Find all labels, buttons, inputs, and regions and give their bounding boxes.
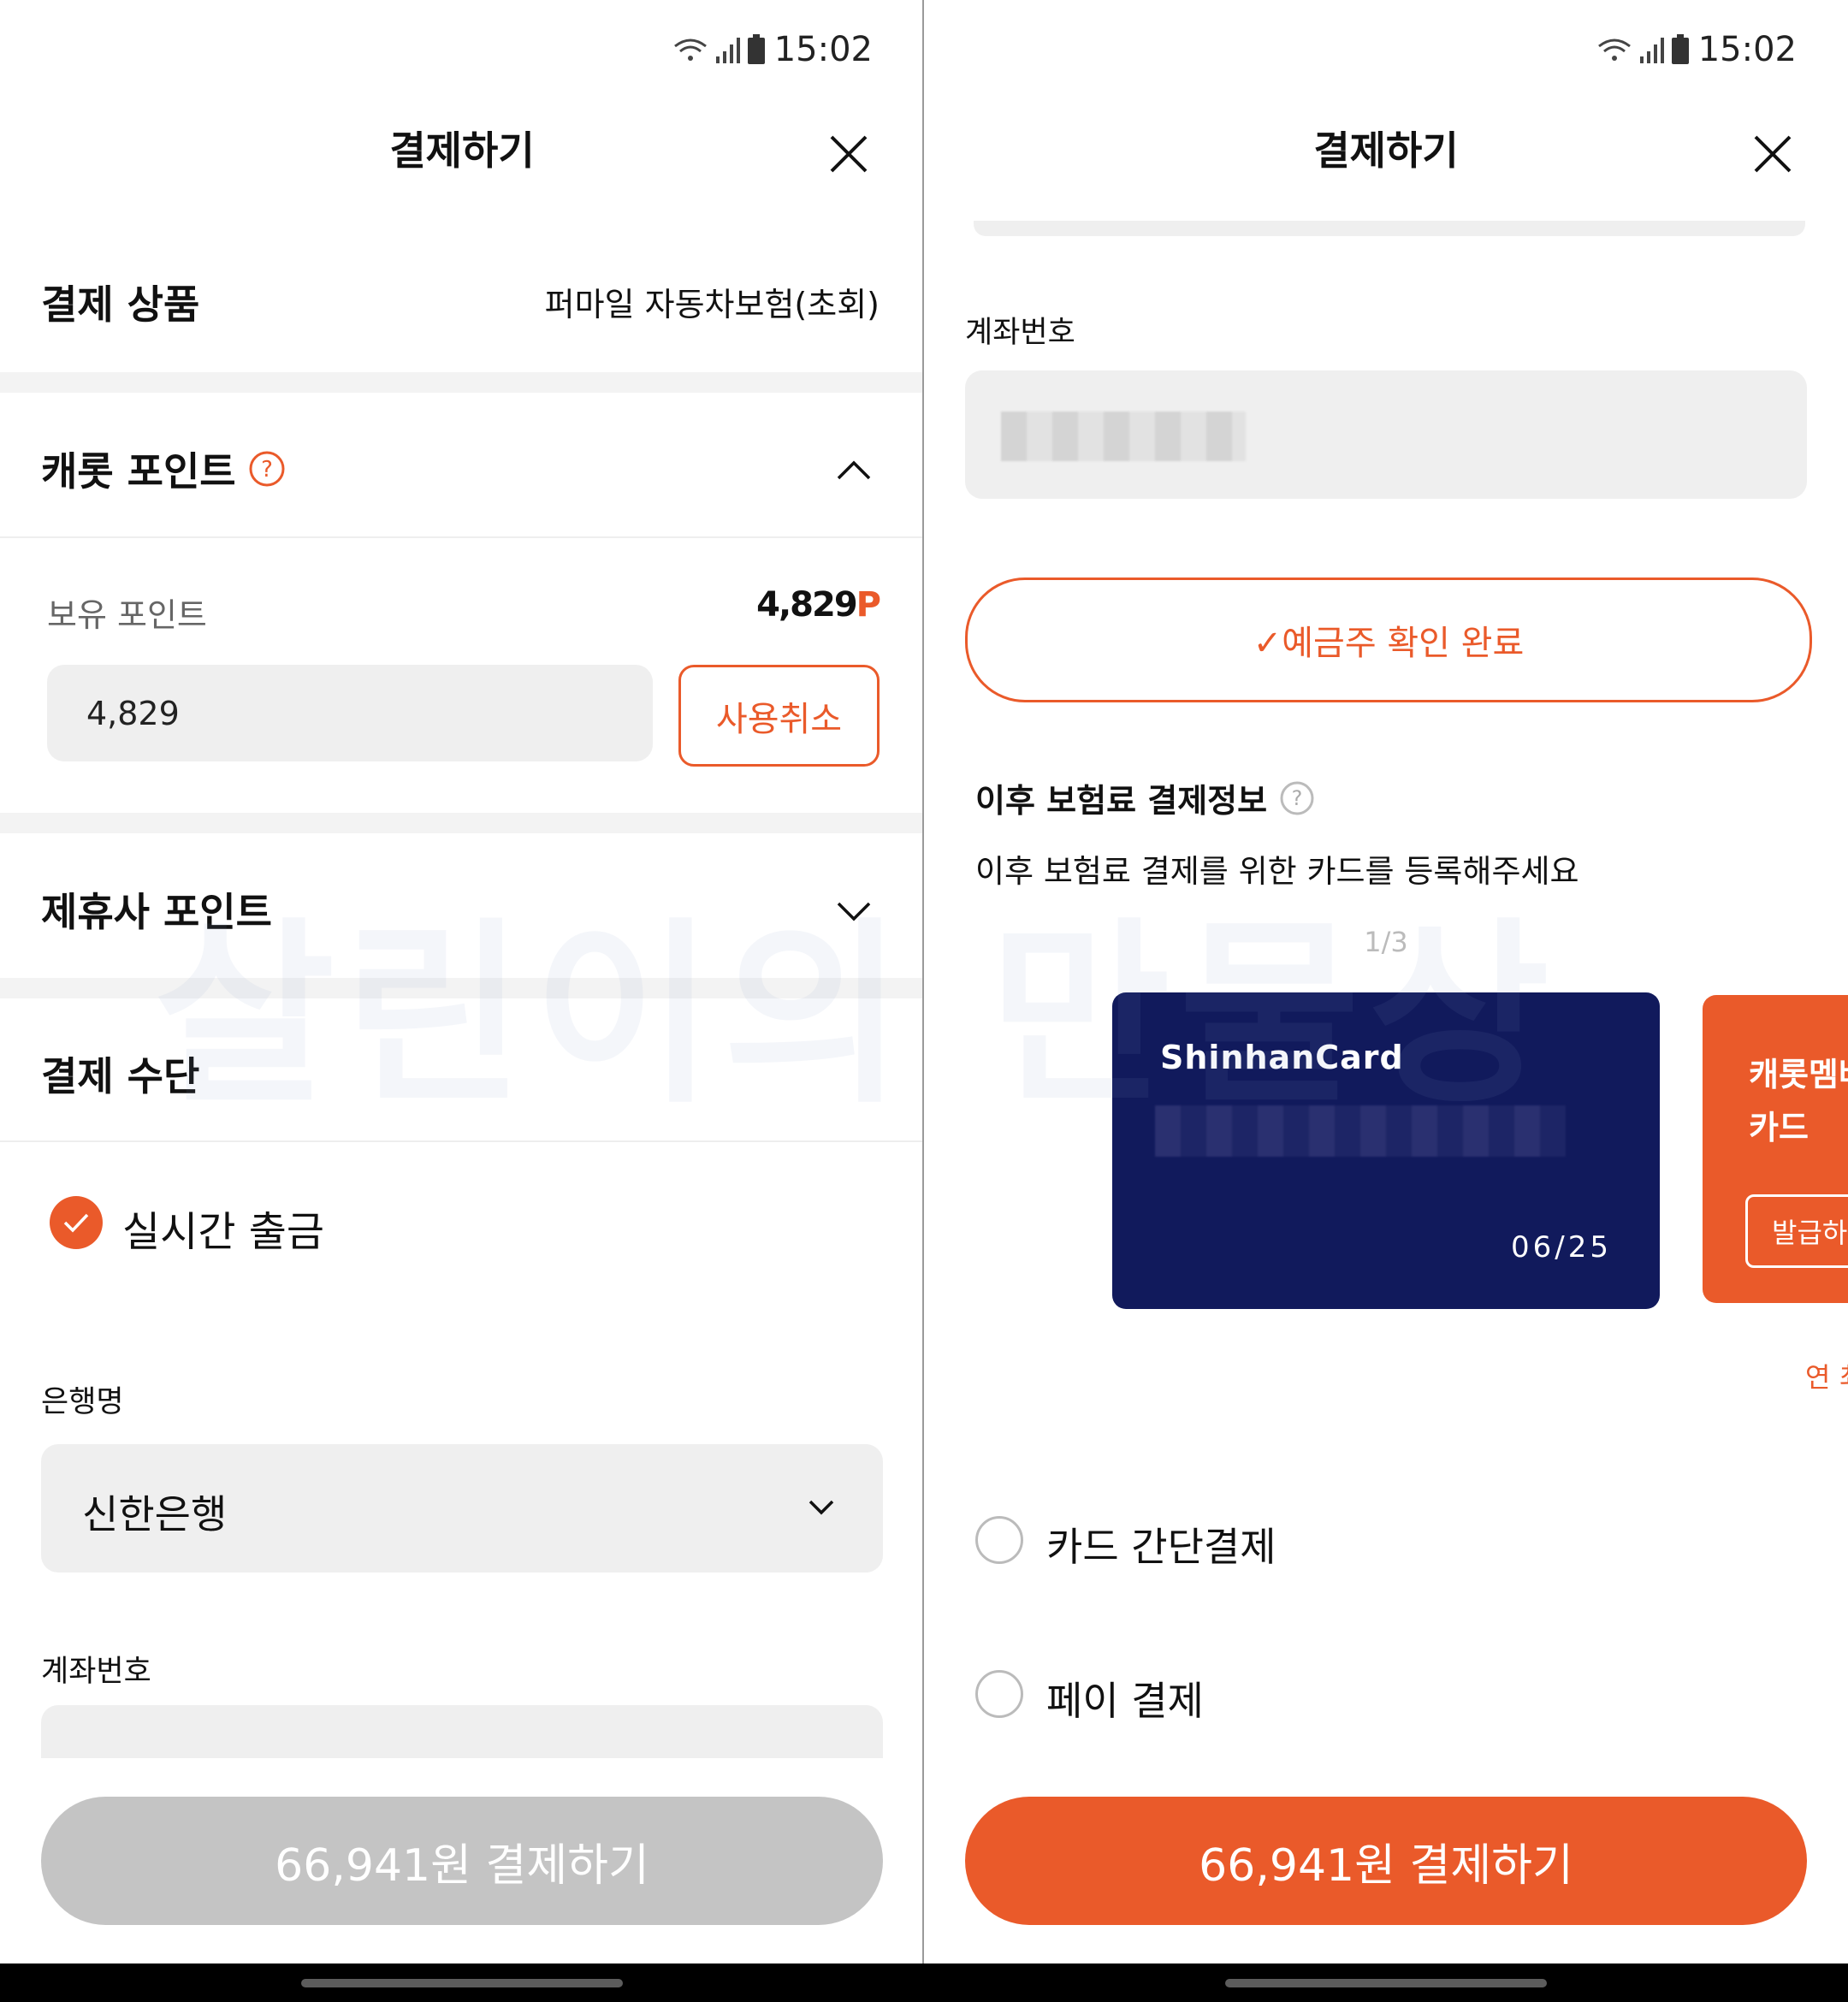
home-handle[interactable] bbox=[1225, 1979, 1547, 1987]
blurred-card-number bbox=[1155, 1105, 1566, 1157]
member-card-title: 캐롯멤버 카드 bbox=[1749, 1048, 1848, 1154]
blurred-account-number bbox=[1001, 412, 1246, 461]
status-time: 15:02 bbox=[773, 30, 873, 69]
status-bar: 15:02 bbox=[673, 26, 873, 74]
card-expiry: 06/25 bbox=[1511, 1230, 1612, 1265]
navigation-bar bbox=[0, 1964, 924, 2002]
bank-select-value: 신한은행 bbox=[82, 1491, 228, 1537]
account-label: 계좌번호 bbox=[41, 1655, 151, 1689]
section-separator bbox=[0, 978, 924, 998]
screenshot-root: 15:02 결제하기 결제 상품 퍼마일 자동차보험(초회) 캐롯 포인트 ? … bbox=[0, 0, 1848, 2002]
carrot-point-title: 캐롯 포인트 bbox=[41, 448, 236, 495]
signal-icon bbox=[1639, 38, 1664, 63]
page-title: 결제하기 bbox=[1313, 127, 1459, 174]
member-card-caption: 연 최 bbox=[1805, 1361, 1848, 1394]
account-input[interactable] bbox=[965, 370, 1807, 499]
future-payment-header: 이후 보험료 결제정보 ? bbox=[975, 774, 1315, 821]
owned-points-value: 4,829 bbox=[756, 585, 858, 625]
depositor-confirm-button[interactable]: ✓예금주 확인 완료 bbox=[965, 578, 1812, 702]
issue-card-button[interactable]: 발급하기 bbox=[1745, 1194, 1848, 1268]
points-input[interactable]: 4,829 bbox=[47, 665, 653, 761]
card-pager: 1/3 bbox=[1364, 926, 1408, 958]
product-value: 퍼마일 자동차보험(초회) bbox=[544, 286, 880, 323]
section-separator bbox=[0, 372, 924, 393]
chevron-down-icon[interactable] bbox=[835, 898, 873, 924]
product-label: 결제 상품 bbox=[41, 281, 200, 328]
member-card-title-line2: 카드 bbox=[1749, 1109, 1809, 1146]
help-icon[interactable]: ? bbox=[1279, 780, 1315, 816]
scroll-fade bbox=[0, 1758, 924, 1792]
home-handle[interactable] bbox=[301, 1979, 623, 1987]
realtime-withdrawal-label[interactable]: 실시간 출금 bbox=[122, 1198, 324, 1258]
page-title: 결제하기 bbox=[389, 127, 535, 174]
help-icon[interactable]: ? bbox=[248, 450, 286, 488]
status-icons bbox=[1597, 34, 1690, 65]
status-icons bbox=[673, 34, 766, 65]
divider bbox=[0, 1140, 924, 1142]
owned-points: 4,829P bbox=[756, 585, 881, 625]
svg-text:?: ? bbox=[261, 457, 273, 483]
card-easy-pay-radio[interactable] bbox=[975, 1516, 1023, 1564]
status-bar: 15:02 bbox=[1597, 26, 1797, 74]
right-screen: 15:02 결제하기 계좌번호 ✓예금주 확인 완료 이후 보험료 결제정보 ?… bbox=[924, 0, 1848, 2002]
status-time: 15:02 bbox=[1697, 30, 1797, 69]
previous-field-edge bbox=[974, 221, 1805, 236]
pay-option-radio[interactable] bbox=[975, 1670, 1023, 1718]
carrot-point-header[interactable]: 캐롯 포인트 ? bbox=[41, 441, 286, 497]
carrot-member-card[interactable]: 캐롯멤버 카드 발급하기 bbox=[1703, 995, 1848, 1303]
close-icon[interactable] bbox=[1747, 128, 1798, 180]
partner-points-title[interactable]: 제휴사 포인트 bbox=[41, 881, 272, 938]
check-icon[interactable] bbox=[50, 1196, 103, 1249]
cancel-use-button[interactable]: 사용취소 bbox=[678, 665, 880, 767]
pay-button[interactable]: 66,941원 결제하기 bbox=[41, 1797, 883, 1925]
navigation-bar bbox=[924, 1964, 1848, 2002]
section-separator bbox=[0, 813, 924, 833]
card-brand: ShinhanCard bbox=[1160, 1039, 1404, 1076]
pay-option-label[interactable]: 페이 결제 bbox=[1046, 1670, 1204, 1727]
pay-button[interactable]: 66,941원 결제하기 bbox=[965, 1797, 1807, 1925]
signal-icon bbox=[715, 38, 740, 63]
future-payment-title: 이후 보험료 결제정보 bbox=[975, 782, 1268, 820]
points-unit: P bbox=[856, 585, 881, 625]
svg-text:?: ? bbox=[1292, 786, 1303, 810]
close-icon[interactable] bbox=[823, 128, 874, 180]
chevron-up-icon[interactable] bbox=[835, 458, 873, 483]
card-easy-pay-label[interactable]: 카드 간단결제 bbox=[1046, 1516, 1276, 1573]
left-screen: 15:02 결제하기 결제 상품 퍼마일 자동차보험(초회) 캐롯 포인트 ? … bbox=[0, 0, 924, 2002]
shinhan-card[interactable]: ShinhanCard 06/25 bbox=[1112, 992, 1660, 1309]
payment-method-title: 결제 수단 bbox=[41, 1053, 200, 1099]
battery-icon bbox=[1671, 34, 1689, 64]
chevron-down-icon bbox=[808, 1500, 834, 1515]
account-label: 계좌번호 bbox=[965, 316, 1075, 350]
bank-select[interactable]: 신한은행 bbox=[41, 1444, 883, 1573]
bank-label: 은행명 bbox=[41, 1385, 124, 1419]
wifi-icon bbox=[1597, 38, 1631, 61]
battery-icon bbox=[747, 34, 765, 64]
wifi-icon bbox=[673, 38, 707, 61]
divider bbox=[0, 536, 924, 538]
owned-points-label: 보유 포인트 bbox=[47, 596, 207, 634]
future-payment-description: 이후 보험료 결제를 위한 카드를 등록해주세요 bbox=[975, 853, 1579, 890]
points-input-value: 4,829 bbox=[86, 695, 180, 732]
member-card-title-line1: 캐롯멤버 bbox=[1749, 1056, 1848, 1093]
